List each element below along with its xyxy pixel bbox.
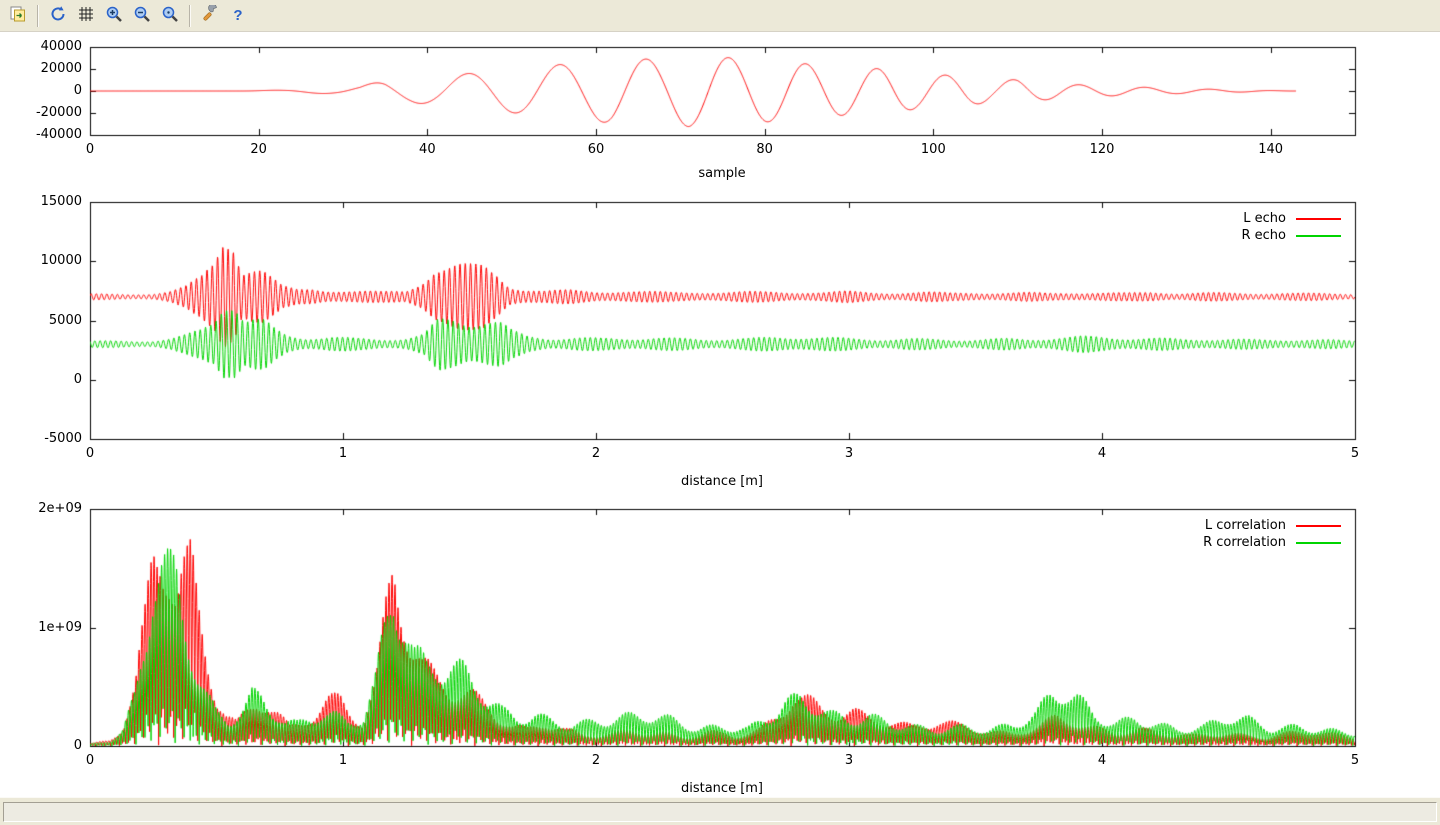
copy-icon xyxy=(9,5,27,26)
toolbar-separator xyxy=(37,5,39,27)
toolbar: ? xyxy=(0,0,1440,32)
plot-area: sample distance [m] distance [m] L echo … xyxy=(0,32,1440,797)
replot-button[interactable] xyxy=(45,3,71,29)
grid-icon xyxy=(77,5,95,26)
help-button[interactable]: ? xyxy=(225,3,251,29)
status-bar xyxy=(0,797,1440,825)
zoom-in-icon xyxy=(105,5,123,26)
grid-button[interactable] xyxy=(73,3,99,29)
status-text xyxy=(3,802,1437,822)
zoom-out-button[interactable] xyxy=(129,3,155,29)
settings-button[interactable] xyxy=(197,3,223,29)
copy-button[interactable] xyxy=(5,3,31,29)
wrench-icon xyxy=(201,5,219,26)
plots-canvas[interactable] xyxy=(0,32,1440,797)
zoom-reset-icon xyxy=(161,5,179,26)
zoom-in-button[interactable] xyxy=(101,3,127,29)
help-icon: ? xyxy=(233,8,242,23)
zoom-out-icon xyxy=(133,5,151,26)
gnuplot-window: ? sample distance [m] distance [m] L ech… xyxy=(0,0,1440,825)
zoom-reset-button[interactable] xyxy=(157,3,183,29)
refresh-icon xyxy=(49,5,67,26)
toolbar-separator xyxy=(189,5,191,27)
